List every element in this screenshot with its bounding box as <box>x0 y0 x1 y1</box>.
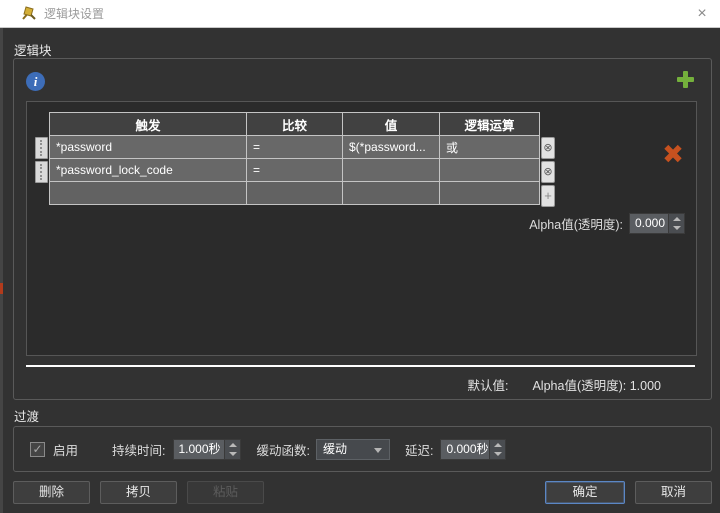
remove-row-icon[interactable]: ⊗ <box>541 137 555 159</box>
app-icon <box>20 5 37 22</box>
table-row[interactable]: *password_lock_code = <box>50 159 540 182</box>
close-icon[interactable]: × <box>691 3 713 25</box>
ok-button[interactable]: 确定 <box>545 481 625 504</box>
spin-up-icon[interactable] <box>225 440 240 450</box>
table-row-empty[interactable] <box>50 182 540 205</box>
spin-down-icon[interactable] <box>490 449 505 459</box>
logic-block-settings-dialog: 逻辑块设置 × 逻辑块 i 触发 比较 值 逻辑运算 <box>0 0 720 513</box>
red-marker <box>0 283 3 294</box>
copy-button[interactable]: 拷贝 <box>100 481 177 504</box>
table-row[interactable]: *password = $(*password... 或 <box>50 136 540 159</box>
cell-compare[interactable] <box>247 182 343 205</box>
cell-compare[interactable]: = <box>247 159 343 182</box>
delete-logic-block-icon[interactable]: ✖ <box>657 138 689 170</box>
transition-row: ✓ 启用 持续时间: 1.000秒 缓动函数: 缓动 延迟: 0.000秒 <box>14 427 711 471</box>
cell-logic[interactable] <box>440 182 540 205</box>
col-header-logic: 逻辑运算 <box>440 113 540 136</box>
add-row-icon[interactable]: + <box>541 185 555 207</box>
table-header-row: 触发 比较 值 逻辑运算 <box>50 113 540 136</box>
titlebar: 逻辑块设置 × <box>0 0 720 28</box>
add-logic-block-icon[interactable] <box>676 70 695 89</box>
delay-value[interactable]: 0.000秒 <box>440 439 490 460</box>
row-drag-handle[interactable] <box>35 137 48 159</box>
default-label: 默认值: <box>467 375 508 394</box>
cell-trigger[interactable]: *password_lock_code <box>50 159 247 182</box>
duration-spin-buttons <box>225 439 241 460</box>
alpha-spin-buttons <box>669 213 685 234</box>
window-left-edge <box>0 28 3 513</box>
cell-trigger[interactable] <box>50 182 247 205</box>
spin-up-icon[interactable] <box>669 214 684 224</box>
default-alpha-text: Alpha值(透明度): 1.000 <box>532 375 661 394</box>
spin-up-icon[interactable] <box>490 440 505 450</box>
delete-button[interactable]: 删除 <box>13 481 90 504</box>
transition-groupbox: ✓ 启用 持续时间: 1.000秒 缓动函数: 缓动 延迟: 0.000秒 <box>13 426 712 472</box>
cell-logic[interactable] <box>440 159 540 182</box>
delay-spinbox[interactable]: 0.000秒 <box>440 439 506 460</box>
cell-value[interactable]: $(*password... <box>343 136 440 159</box>
default-value-row: 默认值: Alpha值(透明度): 1.000 <box>467 375 661 394</box>
duration-label: 持续时间: <box>112 440 165 459</box>
logic-groupbox: i 触发 比较 值 逻辑运算 *p <box>13 58 712 400</box>
enable-label: 启用 <box>53 440 78 459</box>
easing-label: 缓动函数: <box>257 440 310 459</box>
duration-spinbox[interactable]: 1.000秒 <box>173 439 241 460</box>
delay-spin-buttons <box>490 439 506 460</box>
alpha-value[interactable]: 0.000 <box>629 213 669 234</box>
col-header-trigger: 触发 <box>50 113 247 136</box>
delay-label: 延迟: <box>405 440 433 459</box>
alpha-label: Alpha值(透明度): <box>529 214 623 233</box>
enable-checkbox[interactable]: ✓ <box>30 442 45 457</box>
col-header-value: 值 <box>343 113 440 136</box>
logic-section-label: 逻辑块 <box>14 40 52 59</box>
cell-trigger[interactable]: *password <box>50 136 247 159</box>
alpha-spinbox[interactable]: 0.000 <box>629 213 685 234</box>
cell-compare[interactable]: = <box>247 136 343 159</box>
paste-button: 粘贴 <box>187 481 264 504</box>
cell-logic[interactable]: 或 <box>440 136 540 159</box>
spin-down-icon[interactable] <box>225 449 240 459</box>
col-header-compare: 比较 <box>247 113 343 136</box>
conditions-panel: 触发 比较 值 逻辑运算 *password = $(*password... … <box>26 101 697 356</box>
easing-dropdown[interactable]: 缓动 <box>316 439 390 460</box>
remove-row-icon[interactable]: ⊗ <box>541 161 555 183</box>
cancel-button[interactable]: 取消 <box>635 481 712 504</box>
window-title: 逻辑块设置 <box>44 5 104 22</box>
alpha-setting-row: Alpha值(透明度): 0.000 <box>529 213 685 234</box>
defaults-divider <box>26 365 695 367</box>
cell-value[interactable] <box>343 182 440 205</box>
cell-value[interactable] <box>343 159 440 182</box>
transition-section-label: 过渡 <box>14 406 39 425</box>
spin-down-icon[interactable] <box>669 224 684 234</box>
row-drag-handle[interactable] <box>35 161 48 183</box>
info-icon[interactable]: i <box>26 72 45 91</box>
conditions-table: 触发 比较 值 逻辑运算 *password = $(*password... … <box>49 112 540 205</box>
duration-value[interactable]: 1.000秒 <box>173 439 225 460</box>
